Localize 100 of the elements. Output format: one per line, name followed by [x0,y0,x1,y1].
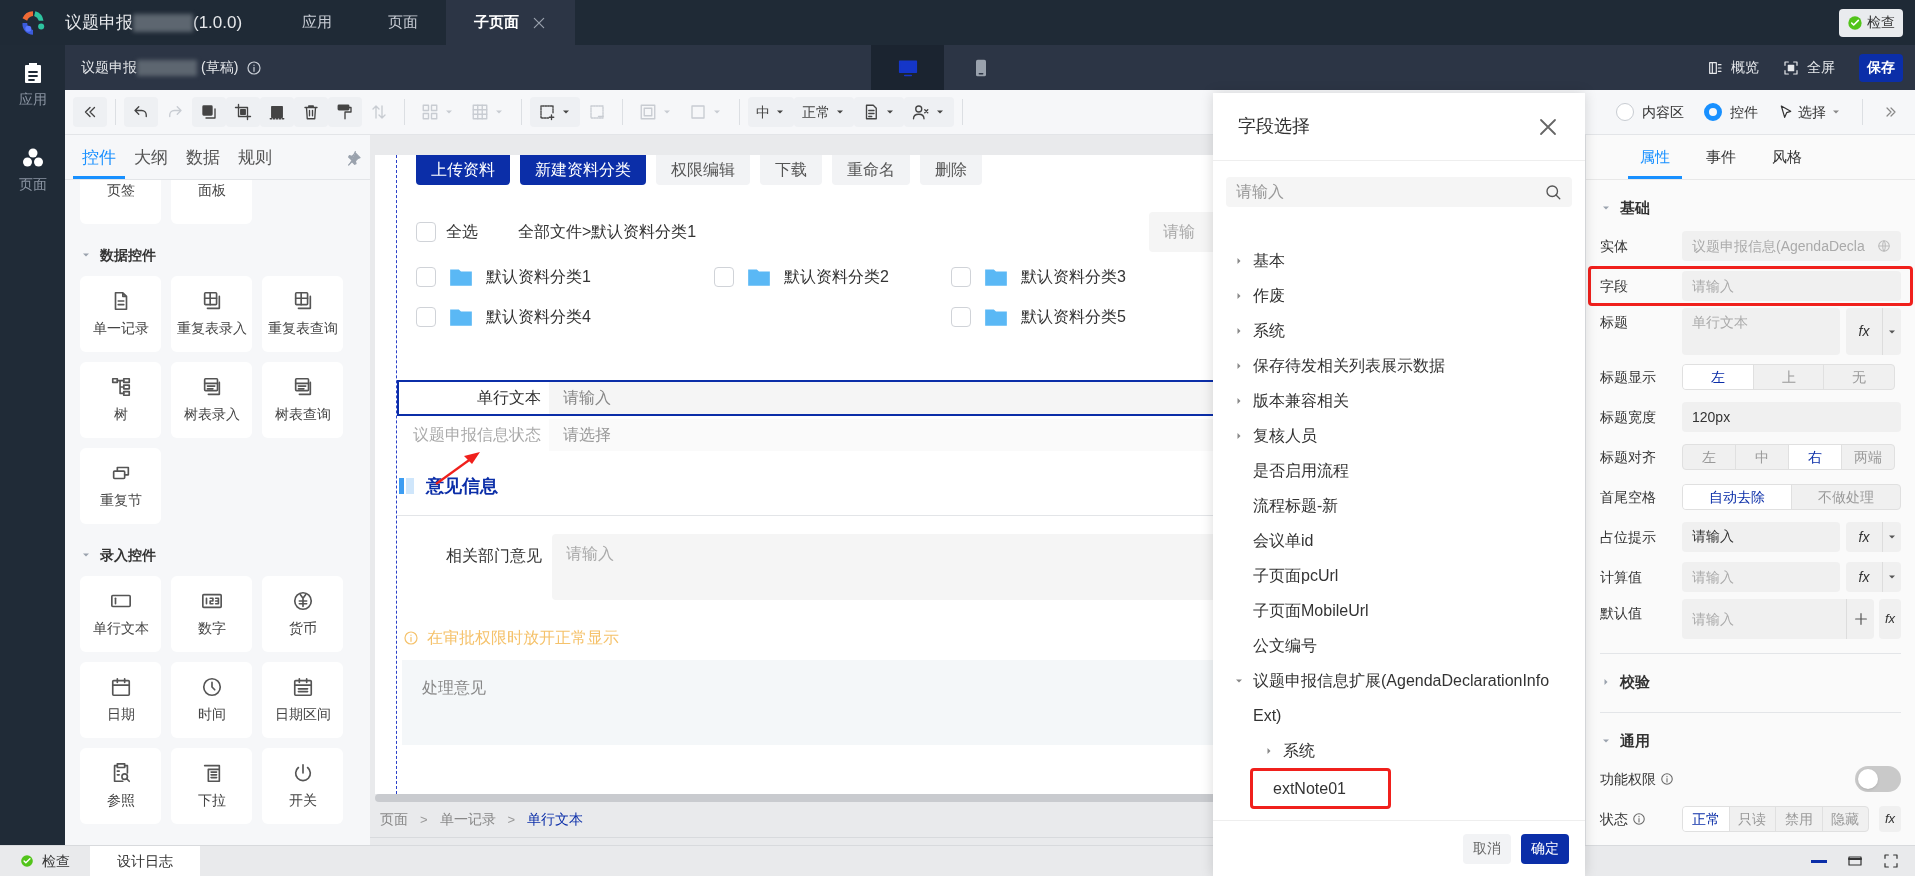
tree-item[interactable]: 作废 [1253,278,1553,313]
toolbar-button[interactable] [328,97,362,127]
folder-name[interactable]: 默认资料分类3 [1021,265,1126,289]
search-field[interactable]: 请输入 [1226,177,1572,207]
input-field[interactable]: 请输入 [1682,562,1840,592]
device-toggle[interactable] [871,45,944,90]
widget-tile[interactable]: 重复表录入 [171,276,252,352]
widget-tile[interactable]: 单一记录 [80,276,161,352]
toolbar-button[interactable] [124,97,158,127]
input-field[interactable]: 请输入 [1682,522,1840,552]
folder-name[interactable]: 默认资料分类2 [784,265,889,289]
cancel-button[interactable]: 取消 [1463,833,1511,864]
tree-item[interactable]: 子页面pcUrl [1253,558,1553,593]
checkbox[interactable] [416,267,436,287]
palette-tab[interactable]: 数据 [177,144,229,179]
checkbox[interactable] [714,267,734,287]
folder-name[interactable]: 默认资料分类5 [1021,305,1126,329]
check-button[interactable]: 检查 [1839,8,1903,37]
action-button[interactable]: 权限编辑 [656,155,750,185]
toggle-switch[interactable] [1855,766,1901,792]
toolbar-button[interactable]: 概览 [1707,57,1759,78]
palette-tab[interactable]: 大纲 [125,144,177,179]
mode-radio[interactable]: 内容区 [1616,101,1684,123]
formula-button[interactable]: fx [1879,599,1901,639]
tree-item[interactable]: 复核人员 [1253,418,1553,453]
widget-tile[interactable]: 时间 [171,662,252,738]
toolbar-dropdown[interactable]: 中 [748,97,794,127]
tree-item[interactable]: 议题申报信息扩展(AgendaDeclarationInfoExt) [1253,663,1553,733]
widget-tile[interactable]: 日期区间 [262,662,343,738]
tree-item[interactable]: 子页面MobileUrl [1253,593,1553,628]
text-area[interactable]: 单行文本 [1682,308,1840,355]
toolbar-button[interactable]: 全屏 [1783,57,1835,78]
app-tab[interactable]: 应用 [274,0,361,45]
tree-item[interactable]: 系统 [1283,733,1583,768]
widget-tile[interactable]: 树 [80,362,161,438]
action-button[interactable]: 删除 [920,155,982,185]
app-tab[interactable]: 子页面 [446,0,576,45]
folder-name[interactable]: 默认资料分类1 [486,265,591,289]
toolbar-button[interactable] [530,97,580,127]
widget-tile[interactable]: 树表录入 [171,362,252,438]
property-tab[interactable]: 风格 [1759,145,1814,179]
tree-item[interactable]: 系统 [1253,313,1553,348]
search-input[interactable]: 请输入 [1236,180,1544,204]
input-field[interactable]: 请输入 [1682,271,1901,301]
widget-tile[interactable]: 开关 [262,748,343,824]
tree-item[interactable]: 基本 [1253,243,1553,278]
segment-option[interactable]: 左 [1683,365,1753,389]
tree-item[interactable]: 保存待发相关列表展示数据 [1253,348,1553,383]
select-dropdown[interactable]: 选择 [1778,101,1842,123]
widget-tile[interactable]: 树表查询 [262,362,343,438]
segment-option[interactable]: 正常 [1683,807,1729,831]
widget-tile[interactable]: 单行文本 [80,576,161,652]
tree-item[interactable]: 公文编号 [1253,628,1553,663]
checkbox[interactable] [951,307,971,327]
widget-tile[interactable]: 面板 [171,180,252,224]
rail-label[interactable]: 页面 [18,174,47,195]
section-title[interactable]: 校验 [1620,670,1650,694]
bottom-tab[interactable]: 检查 [0,846,90,876]
section-title[interactable]: 通用 [1620,729,1650,753]
action-button[interactable]: 下载 [760,155,822,185]
action-button[interactable]: 重命名 [832,155,910,185]
checkbox[interactable] [416,307,436,327]
tree-item[interactable]: 是否启用流程 [1253,453,1553,488]
formula-button[interactable]: fx [1846,522,1901,552]
toolbar-button[interactable] [73,97,107,127]
minimize-icon[interactable] [1811,859,1827,863]
widget-tile[interactable]: 参照 [80,748,161,824]
widget-tile[interactable]: 页签 [80,180,161,224]
formula-button[interactable]: fx [1879,806,1901,832]
widget-tile[interactable]: 数字 [171,576,252,652]
widget-tile[interactable]: 下拉 [171,748,252,824]
breadcrumb-item[interactable]: 单行文本 [527,809,584,830]
toolbar-button[interactable] [192,97,226,127]
rail-label[interactable]: 应用 [18,89,47,110]
checkbox[interactable] [951,267,971,287]
toolbar-dropdown[interactable]: 正常 [794,97,854,127]
save-button[interactable]: 保存 [1859,53,1903,82]
formula-button[interactable]: fx [1846,562,1901,592]
checkbox[interactable] [416,222,436,242]
folder-name[interactable]: 默认资料分类4 [486,305,591,329]
palette-tab[interactable]: 规则 [229,144,281,179]
tree-item[interactable]: 版本兼容相关 [1253,383,1553,418]
formula-button[interactable]: fx [1846,308,1901,355]
action-button[interactable]: 上传资料 [416,155,510,185]
bottom-tab[interactable]: 设计日志 [90,846,200,876]
input-field[interactable]: 120px [1682,402,1901,432]
widget-tile[interactable]: 货币 [262,576,343,652]
confirm-button[interactable]: 确定 [1521,833,1569,864]
segment-option[interactable]: 自动去除 [1683,485,1791,509]
tree-item[interactable]: extNote01 [1250,768,1391,809]
widget-tile[interactable]: 日期 [80,662,161,738]
tree-item[interactable]: 流程标题-新 [1253,488,1553,523]
tree-item[interactable]: 会议单id [1253,523,1553,558]
mode-radio[interactable]: 控件 [1704,101,1758,123]
toolbar-button[interactable] [904,97,954,127]
app-tab[interactable]: 页面 [360,0,447,45]
section-title[interactable]: 基础 [1620,196,1650,220]
segment-option[interactable]: 右 [1788,445,1841,469]
widget-tile[interactable]: 重复表查询 [262,276,343,352]
widget-tile[interactable]: 重复节 [80,448,161,524]
